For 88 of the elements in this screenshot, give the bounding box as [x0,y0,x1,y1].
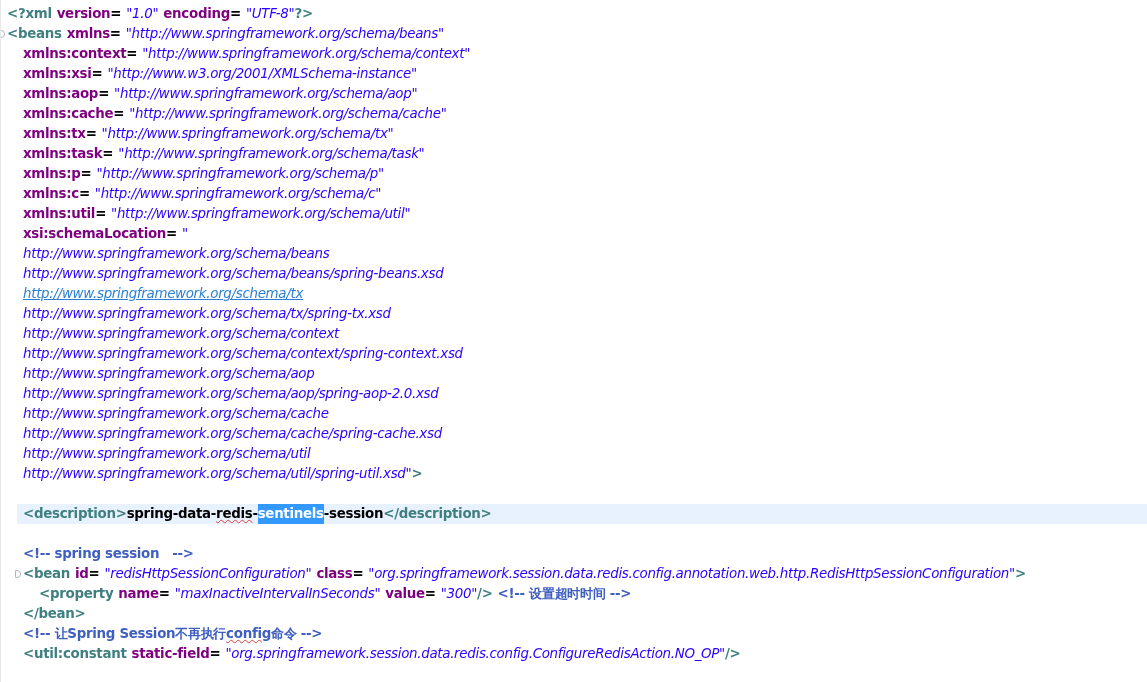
attribute-value: "300" [440,584,478,603]
text-content: - [252,504,258,523]
attribute-value: "http://www.springframework.org/schema/beans" [125,24,444,43]
attribute-value: http://www.springframework.org/schema/util [23,444,311,463]
url-link[interactable]: http://www.springframework.org/schema/tx [23,283,304,305]
xml-tag: </bean> [23,603,86,625]
attribute-value: "http://www.springframework.org/schema/tx" [101,124,394,143]
attribute-value: "http://www.springframework.org/schema/util" [111,204,411,223]
attribute-name: xmlns:tx [23,124,86,143]
attribute-value: http://www.springframework.org/schema/cache/spring-cache.xsd [23,424,442,443]
attribute-value: "http://www.springframework.org/schema/task" [118,144,425,163]
attribute-value: "http://www.springframework.org/schema/aop" [114,84,418,103]
attribute-name: encoding [163,4,230,23]
equals-sign: = [78,184,90,203]
equals-sign: = [230,4,241,23]
attribute-value: http://www.springframework.org/schema/aop/spring-aop-2.0.xsd [23,384,439,403]
attribute-value: "org.springframework.session.data.redis.config.annotation.web.http.RedisHttpSessionConfiguration" [368,564,1015,583]
attribute-value: http://www.springframework.org/schema/cache [23,404,329,423]
code-comment: <!-- 让Spring Session不再执行 [23,624,227,643]
xml-tag: > [411,463,423,485]
code-comment: <!-- 设置超时时间 --> [497,584,632,603]
attribute-name: id [74,564,89,583]
code-comment: <!-- spring session --> [23,544,194,563]
xml-tag: <?xml [7,3,52,25]
attribute-value: "http://www.springframework.org/schema/p" [96,164,384,183]
code-comment: 命令 --> [271,624,323,643]
attribute-name: xmlns:p [23,164,81,183]
equals-sign: = [158,584,170,603]
attribute-value: "http://www.springframework.org/schema/c" [94,184,382,203]
attribute-name: class [316,564,353,583]
attribute-value: http://www.springframework.org/schema/context/spring-context.xsd [23,344,463,363]
attribute-value: "http://www.w3.org/2001/XMLSchema-instance" [107,64,417,83]
attribute-name: xmlns:util [23,204,96,223]
attribute-name: name [118,584,159,603]
equals-sign: = [102,144,114,163]
attribute-value: http://www.springframework.org/schema/tx/spring-tx.xsd [23,304,391,323]
equals-sign: = [113,104,125,123]
attribute-value: http://www.springframework.org/schema/beans/spring-beans.xsd [23,264,444,283]
attribute-value: "UTF-8" [245,4,295,23]
attribute-value: "org.springframework.session.data.redis.config.ConfigureRedisAction.NO_OP" [225,644,725,663]
attribute-name: xmlns:xsi [23,64,92,83]
attribute-value: " [182,224,188,243]
attribute-name: value [385,584,425,603]
attribute-value: http://www.springframework.org/schema/beans [23,244,330,263]
xml-tag: </description> [383,503,492,525]
attribute-value: http://www.springframework.org/schema/context [23,324,340,343]
equals-sign: = [88,564,100,583]
attribute-name: xmlns [66,24,110,43]
xml-tag: <util:constant [23,643,127,665]
xml-tag: <property [39,583,114,605]
equals-sign: = [85,124,97,143]
xml-tag: <description> [23,503,127,525]
attribute-value: "redisHttpSessionConfiguration" [104,564,312,583]
xml-tag: <beans [7,23,62,45]
equals-sign: = [91,64,103,83]
attribute-value: "http://www.springframework.org/schema/cache" [129,104,447,123]
xml-tag: /> [477,583,493,605]
attribute-name: xmlns:context [23,44,127,63]
attribute-value: "http://www.springframework.org/schema/context" [142,44,471,63]
attribute-name: xsi:schemaLocation [23,224,167,243]
attribute-value: http://www.springframework.org/schema/aop [23,364,315,383]
fold-marker-icon[interactable] [15,570,21,578]
attribute-value: http://www.springframework.org/schema/util/spring-util.xsd" [23,464,412,483]
attribute-name: version [56,4,111,23]
equals-sign: = [95,204,107,223]
text-content: redis [216,504,253,523]
equals-sign: = [98,84,110,103]
attribute-name: xmlns:task [23,144,103,163]
attribute-name: xmlns:aop [23,84,99,103]
equals-sign: = [352,564,364,583]
attribute-value: "1.0" [126,4,159,23]
equals-sign: = [166,224,177,243]
attribute-name: xmlns:cache [23,104,114,123]
attribute-value: "maxInactiveIntervalInSeconds" [174,584,381,603]
equals-sign: = [126,44,138,63]
code-comment: config [226,624,271,643]
equals-sign: = [209,644,221,663]
equals-sign: = [110,4,122,23]
text-content: spring-data- [126,504,217,523]
xml-tag: /> [724,643,741,665]
attribute-name: xmlns:c [23,184,79,203]
equals-sign: = [80,164,92,183]
xml-tag: <bean [23,563,70,585]
equals-sign: = [109,24,121,43]
xml-tag: ?> [294,3,313,25]
attribute-name: static-field [131,644,210,663]
equals-sign: = [424,584,436,603]
xml-tag: > [1014,563,1026,585]
